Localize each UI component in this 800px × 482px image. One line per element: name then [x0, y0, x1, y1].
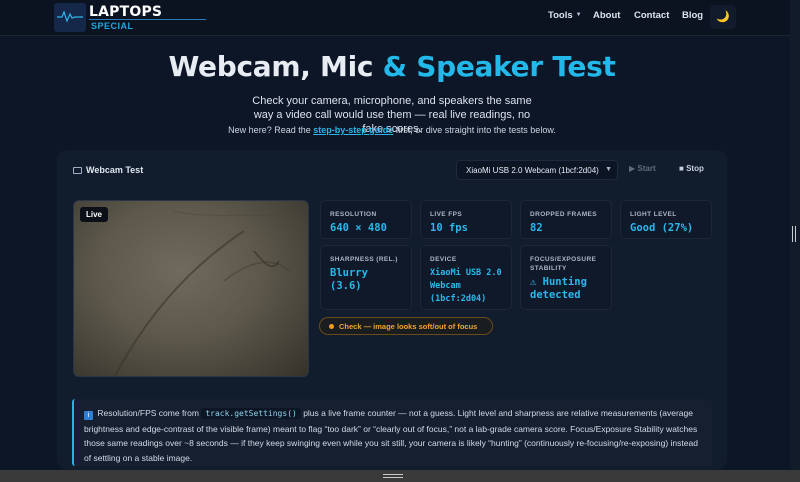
focus-warning-badge: Check — image looks soft/out of focus [319, 317, 493, 335]
stat-dropped-frames: DROPPED FRAMES 82 [520, 200, 612, 239]
page-title: Webcam, Mic & Speaker Test [0, 50, 784, 83]
stat-light-level: LIGHT LEVEL Good (27%) [620, 200, 712, 239]
focus-warning-text: Check — image looks soft/out of focus [339, 322, 478, 331]
stat-device: DEVICE XiaoMi USB 2.0 Webcam (1bcf:2d04) [420, 245, 512, 310]
camera-device-value: XiaoMi USB 2.0 Webcam (1bcf:2d04) [466, 166, 599, 175]
webcam-preview: Live [73, 200, 309, 377]
camera-device-select[interactable]: XiaoMi USB 2.0 Webcam (1bcf:2d04) ▼ [456, 160, 618, 180]
stat-value: 10 fps [430, 222, 468, 234]
info-code: track.getSettings() [201, 408, 301, 419]
theme-toggle-button[interactable]: 🌙 [710, 5, 736, 29]
stat-label: DEVICE [430, 256, 457, 263]
chevron-down-icon: ▼ [605, 166, 612, 173]
nav-about[interactable]: About [593, 10, 620, 21]
nav-tools[interactable]: Tools ▼ [548, 10, 582, 21]
site-header: LAPTOPS SPECIAL Tools ▼ About Contact Blo… [0, 0, 800, 36]
stat-resolution: RESOLUTION 640 × 480 [320, 200, 412, 239]
stat-focus-stability: FOCUS/EXPOSURE STABILITY ⚠ Hunting detec… [520, 245, 612, 310]
page-title-accent: & Speaker Test [382, 50, 616, 83]
play-icon: ▶ [629, 164, 636, 173]
stat-label: LIGHT LEVEL [630, 211, 677, 218]
webcam-card-title: Webcam Test [73, 165, 143, 175]
stop-icon: ■ [679, 164, 684, 173]
resize-grip-icon[interactable] [383, 474, 403, 480]
scrollbar-grip-icon[interactable] [792, 226, 798, 242]
stat-label: RESOLUTION [330, 211, 377, 218]
start-button[interactable]: ▶ Start [629, 164, 656, 173]
stat-value: ⚠ Hunting detected [530, 276, 587, 301]
stop-button-label: Stop [686, 164, 704, 173]
camera-icon [73, 167, 82, 174]
intro-note: New here? Read the step-by-step guide fi… [0, 125, 784, 135]
info-icon: i [84, 411, 93, 420]
page-title-main: Webcam, Mic [168, 50, 383, 83]
webcam-frame-texture [113, 210, 308, 376]
stat-label: DROPPED FRAMES [530, 211, 597, 218]
start-button-label: Start [637, 164, 656, 173]
stat-label: SHARPNESS (REL.) [330, 256, 398, 263]
nav-tools-label: Tools [548, 10, 573, 21]
brand-divider [89, 19, 206, 20]
stop-button[interactable]: ■ Stop [679, 164, 704, 173]
brand-name[interactable]: LAPTOPS [89, 4, 162, 20]
warning-dot-icon [329, 324, 334, 329]
stat-label: LIVE FPS [430, 211, 463, 218]
logo-icon[interactable] [54, 3, 86, 32]
guide-link[interactable]: step-by-step guide [313, 125, 393, 135]
stat-value: Good (27%) [630, 222, 694, 234]
live-badge: Live [80, 207, 109, 222]
chevron-down-icon: ▼ [575, 12, 582, 19]
brand-tagline: SPECIAL [91, 21, 134, 31]
webcam-card-title-text: Webcam Test [86, 165, 144, 175]
intro-note-prefix: New here? Read the [228, 125, 314, 135]
stat-value: Blurry (3.6) [330, 267, 368, 292]
stat-sharpness: SHARPNESS (REL.) Blurry (3.6) [320, 245, 412, 310]
stat-label: FOCUS/EXPOSURE STABILITY [530, 256, 597, 272]
moon-icon: 🌙 [716, 11, 730, 23]
stat-live-fps: LIVE FPS 10 fps [420, 200, 512, 239]
stat-value: 640 × 480 [330, 222, 387, 234]
stat-value: XiaoMi USB 2.0 Webcam (1bcf:2d04) [430, 268, 502, 304]
info-text-prefix: Resolution/FPS come from [97, 408, 202, 418]
webcam-info-note: i Resolution/FPS come from track.getSett… [72, 399, 712, 466]
stat-value: 82 [530, 222, 543, 234]
intro-note-suffix: first, or dive straight into the tests b… [393, 125, 556, 135]
nav-contact[interactable]: Contact [634, 10, 669, 21]
nav-blog[interactable]: Blog [682, 10, 703, 21]
